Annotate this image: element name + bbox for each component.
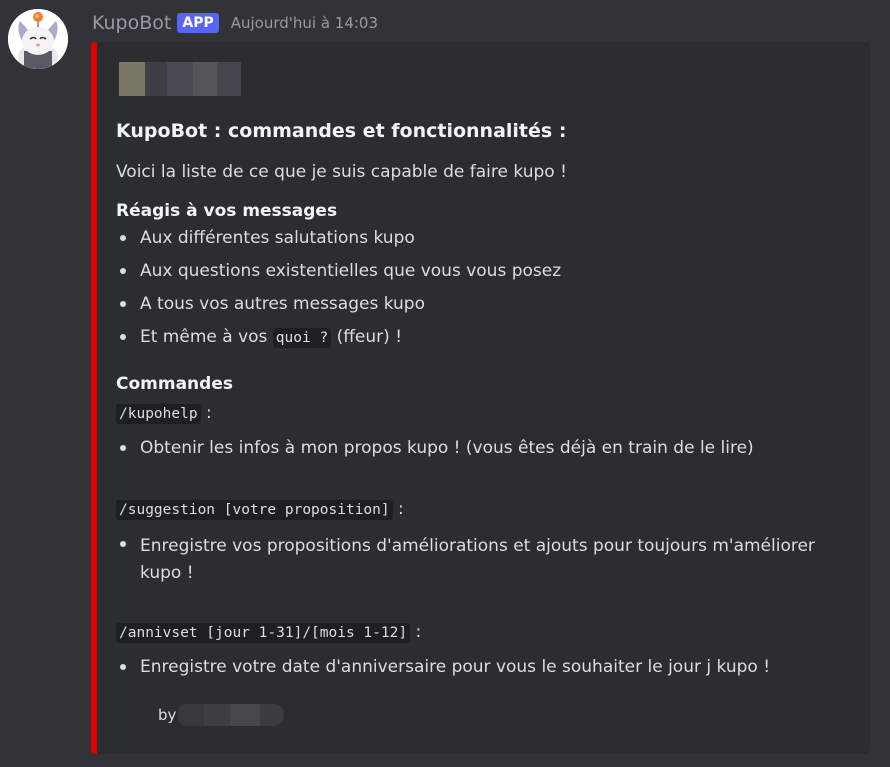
command-suffix: : <box>392 499 404 519</box>
list-item: Obtenir les infos à mon propos kupo ! (v… <box>116 437 850 459</box>
section-react-title: Réagis à vos messages <box>116 201 338 221</box>
bot-avatar[interactable] <box>8 9 68 69</box>
command-annivset: /annivset [jour 1-31]/[mois 1-12] : <box>116 621 850 644</box>
list-item: Aux questions existentielles que vous vo… <box>116 260 850 282</box>
embed-accent-bar <box>91 42 97 754</box>
embed-title: KupoBot : commandes et fonctionnalités : <box>116 120 567 142</box>
command-description-list: Obtenir les infos à mon propos kupo ! (v… <box>116 437 850 459</box>
moogle-avatar-icon <box>8 9 68 69</box>
app-badge: APP <box>177 13 219 33</box>
message-timestamp[interactable]: Aujourd'hui à 14:03 <box>231 14 378 32</box>
command-description-list: Enregistre vos propositions d'améliorati… <box>116 533 850 587</box>
list-item-prefix: Et même à vos <box>140 327 273 347</box>
quoi-code: quoi ? <box>272 328 332 348</box>
command-suffix: : <box>410 622 422 642</box>
embed-footer: by <box>158 704 285 726</box>
embed-content: KupoBot : commandes et fonctionnalités :… <box>116 118 850 678</box>
command-suffix: : <box>200 403 212 423</box>
footer-text: by <box>158 706 177 724</box>
list-item-quoi: Et même à vos quoi ? (ffeur) ! <box>116 326 850 349</box>
list-item: Enregistre vos propositions d'améliorati… <box>116 533 850 587</box>
command-kupohelp: /kupohelp : <box>116 402 850 425</box>
command-code: /kupohelp <box>116 404 201 424</box>
list-item-suffix: (ffeur) ! <box>331 327 403 347</box>
help-embed: KupoBot : commandes et fonctionnalités :… <box>91 42 870 754</box>
embed-description: Voici la liste de ce que je suis capable… <box>116 162 567 182</box>
command-code: /annivset [jour 1-31]/[mois 1-12] <box>116 623 411 643</box>
embed-author-redacted <box>119 62 241 96</box>
list-item: A tous vos autres messages kupo <box>116 293 850 315</box>
section-commands-title: Commandes <box>116 374 233 394</box>
list-item: Aux différentes salutations kupo <box>116 227 850 249</box>
command-suggestion: /suggestion [votre proposition] : <box>116 498 850 521</box>
username[interactable]: KupoBot <box>92 12 171 34</box>
command-code: /suggestion [votre proposition] <box>116 500 393 520</box>
react-list: Aux différentes salutations kupo Aux que… <box>116 227 850 349</box>
footer-author-redacted <box>178 704 285 726</box>
list-item: Enregistre votre date d'anniversaire pou… <box>116 656 850 678</box>
message-header: KupoBot APP Aujourd'hui à 14:03 <box>92 10 378 36</box>
command-description-list: Enregistre votre date d'anniversaire pou… <box>116 656 850 678</box>
